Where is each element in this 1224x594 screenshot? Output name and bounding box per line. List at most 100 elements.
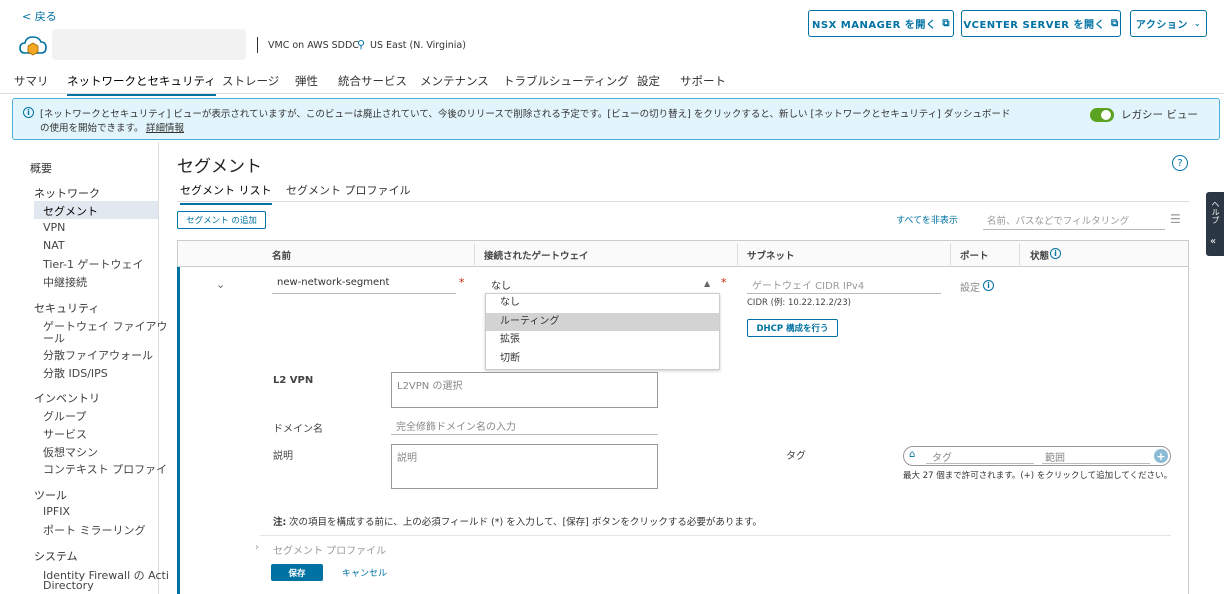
dropdown-option-disconnected[interactable]: 切断: [486, 350, 719, 368]
subtab-segment-profiles[interactable]: セグメント プロファイル: [286, 182, 411, 198]
l2vpn-select[interactable]: L2VPN の選択: [391, 372, 658, 408]
profile-divider: [260, 535, 1171, 536]
actions-button[interactable]: アクション ⌄: [1130, 10, 1207, 37]
col-divider: [1019, 243, 1020, 265]
scope-underline: [1042, 463, 1150, 464]
legacy-view-toggle[interactable]: [1090, 108, 1114, 122]
tag-input-group: ⌂ タグ 範囲 +: [903, 446, 1171, 466]
col-divider: [474, 243, 475, 265]
configure-dhcp-button[interactable]: DHCP 構成を行う: [747, 319, 838, 337]
sidebar-divider: [158, 142, 159, 594]
banner-text-line1: [ネットワークとセキュリティ] ビューが表示されていますが、このビューは廃止され…: [40, 109, 1011, 120]
help-icon[interactable]: ?: [1172, 155, 1188, 171]
segment-profile-section[interactable]: セグメント プロファイル: [273, 542, 386, 557]
sidebar-item-segments[interactable]: セグメント: [43, 203, 98, 219]
tag-input[interactable]: タグ: [932, 449, 952, 464]
cancel-button[interactable]: キャンセル: [342, 566, 387, 579]
sidebar-item-groups[interactable]: グループ: [43, 408, 86, 424]
tab-summary[interactable]: サマリ: [14, 73, 49, 89]
sidebar-item-transit-connect[interactable]: 中継接続: [43, 274, 87, 290]
ports-info-icon[interactable]: i: [983, 280, 994, 291]
tab-integrated-services[interactable]: 統合サービス: [338, 73, 407, 89]
actions-button-label: アクション: [1135, 20, 1188, 31]
domain-underline: [391, 434, 658, 435]
filter-input[interactable]: 名前、パスなどでフィルタリング: [983, 210, 1165, 230]
external-link-icon: ⧉: [942, 18, 950, 29]
sidebar-network-heading: ネットワーク: [34, 187, 100, 200]
dropdown-option-extended[interactable]: 拡張: [486, 331, 719, 349]
banner-text-line2: の使用を開始できます。: [40, 123, 144, 134]
domain-name-input[interactable]: 完全修飾ドメイン名の入力: [391, 418, 658, 434]
sidebar-item-services[interactable]: サービス: [43, 426, 87, 442]
sidebar-security-heading: セキュリティ: [34, 302, 100, 315]
save-button[interactable]: 保存: [271, 564, 323, 581]
description-label: 説明: [273, 451, 293, 462]
sidebar-item-distributed-ids[interactable]: 分散 IDS/IPS: [43, 365, 108, 381]
sidebar-tools-heading: ツール: [34, 489, 67, 502]
legacy-view-label: レガシー ビュー: [1121, 109, 1198, 121]
sidebar-item-distributed-firewall[interactable]: 分散ファイアウォール: [43, 347, 153, 363]
tab-maintenance[interactable]: メンテナンス: [420, 73, 489, 89]
subnet-cidr-input[interactable]: ゲートウェイ CIDR IPv4: [747, 277, 941, 293]
tab-storage[interactable]: ストレージ: [222, 73, 279, 89]
col-ports[interactable]: ポート: [960, 248, 989, 262]
collapse-all-link[interactable]: すべてを非表示: [896, 213, 958, 226]
tab-troubleshooting[interactable]: トラブルシューティング: [503, 73, 629, 89]
domain-name-label: ドメイン名: [273, 424, 323, 435]
gateway-select[interactable]: なし: [488, 277, 716, 293]
col-divider: [950, 243, 951, 265]
col-status[interactable]: 状態: [1030, 248, 1049, 262]
expand-panel-icon: «: [1210, 236, 1217, 247]
sidebar-item-nat[interactable]: NAT: [43, 239, 65, 252]
tab-support[interactable]: サポート: [680, 73, 726, 89]
status-info-icon[interactable]: i: [1050, 248, 1061, 259]
segment-name-input[interactable]: new-network-segment: [272, 277, 456, 293]
col-name[interactable]: 名前: [272, 248, 291, 262]
tab-settings[interactable]: 設定: [637, 73, 660, 89]
col-subnets[interactable]: サブネット: [747, 248, 795, 262]
tag-icon: ⌂: [909, 449, 916, 460]
subnet-underline: [747, 293, 941, 294]
col-connected-gateway[interactable]: 接続されたゲートウェイ: [484, 248, 589, 262]
learn-more-link[interactable]: 詳細情報: [146, 120, 184, 134]
add-segment-button[interactable]: セグメント の追加: [177, 211, 266, 229]
sidebar-item-vms[interactable]: 仮想マシン: [43, 444, 98, 460]
required-asterisk: *: [459, 276, 465, 289]
back-link[interactable]: < 戻る: [22, 8, 57, 24]
sidebar-inventory-heading: インベントリ: [34, 392, 100, 405]
filter-icon[interactable]: ☰: [1170, 212, 1181, 226]
sidebar-item-context-profiles[interactable]: コンテキスト プロファイ: [43, 461, 167, 477]
sidebar-item-port-mirroring[interactable]: ポート ミラーリング: [43, 522, 146, 538]
add-tag-icon[interactable]: +: [1154, 449, 1168, 463]
nsx-button-label: NSX MANAGER を開く: [812, 20, 937, 31]
sidebar-item-ipfix[interactable]: IPFIX: [43, 505, 70, 518]
help-side-panel-tab[interactable]: ヘルプ «: [1206, 192, 1224, 256]
cidr-hint: CIDR (例: 10.22.12.2/23): [747, 298, 851, 308]
row-edit-indicator: [177, 267, 180, 594]
chevron-right-icon[interactable]: ›: [255, 542, 259, 553]
toggle-knob: [1101, 110, 1111, 120]
caret-up-icon: ▲: [704, 279, 711, 288]
sidebar-item-gateway-firewall-cont[interactable]: ール: [43, 330, 65, 346]
sidebar-item-vpn[interactable]: VPN: [43, 221, 65, 234]
vcenter-button-label: VCENTER SERVER を開く: [963, 20, 1105, 31]
dropdown-option-none[interactable]: なし: [486, 294, 719, 312]
sddc-type: VMC on AWS SDDC: [268, 40, 359, 51]
scope-input[interactable]: 範囲: [1045, 449, 1065, 464]
description-textarea[interactable]: 説明: [391, 444, 658, 489]
note-prefix: 注:: [273, 517, 287, 528]
sidebar-item-tier1-gateway[interactable]: Tier-1 ゲートウェイ: [43, 256, 144, 272]
external-link-icon: ⧉: [1110, 18, 1119, 29]
header-divider: [257, 37, 258, 53]
note-text: 次の項目を構成する前に、上の必須フィールド (*) を入力して、[保存] ボタン…: [289, 517, 762, 528]
dropdown-option-routed[interactable]: ルーティング: [486, 313, 719, 331]
sidebar-item-identity-firewall-cont[interactable]: Directory: [43, 579, 94, 592]
tab-elastic[interactable]: 弾性: [295, 73, 318, 89]
row-collapse-chevron-icon[interactable]: ⌄: [216, 278, 225, 291]
sddc-cloud-icon: [18, 32, 48, 60]
required-asterisk: *: [721, 276, 727, 289]
open-nsx-manager-button[interactable]: NSX MANAGER を開く ⧉: [808, 10, 954, 37]
sidebar-overview[interactable]: 概要: [30, 160, 52, 176]
location-pin-icon: ⚲: [357, 38, 366, 51]
open-vcenter-button[interactable]: VCENTER SERVER を開く ⧉: [961, 10, 1121, 37]
